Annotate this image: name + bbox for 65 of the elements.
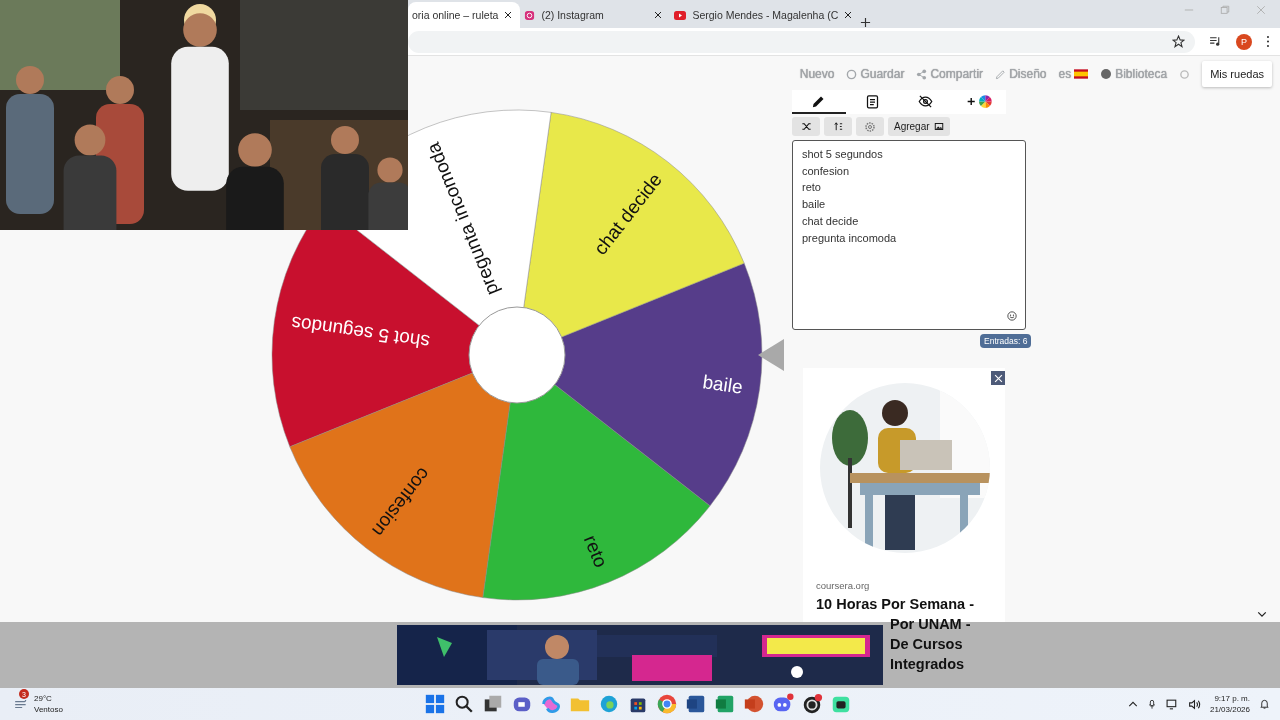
close-icon[interactable]: [504, 11, 513, 19]
shuffle-button[interactable]: [792, 117, 820, 136]
entry-line: shot 5 segundos: [802, 147, 884, 162]
close-icon[interactable]: [654, 11, 663, 19]
eye-slash-icon: [917, 93, 935, 109]
browser-tab[interactable]: (2) Instagram: [520, 2, 671, 28]
weather-condition: Ventoso: [34, 704, 63, 715]
segment-label: baile: [701, 371, 744, 398]
ad-title-line[interactable]: Integrados: [816, 654, 1005, 674]
browser-tab[interactable]: Sergio Mendes - Magalenha (C: [670, 2, 861, 28]
bell-icon[interactable]: [1259, 698, 1270, 710]
browser-tab[interactable]: oria online – ruleta: [408, 2, 521, 28]
entry-line: confesion: [802, 163, 851, 179]
sort-icon: [832, 121, 844, 132]
profile-avatar[interactable]: P: [1236, 33, 1252, 50]
close-icon: [993, 373, 1003, 383]
ad-source: coursera.org: [816, 580, 871, 591]
entry-line: reto: [802, 180, 822, 196]
star-icon[interactable]: [1172, 35, 1185, 48]
camera-icon: [524, 9, 536, 21]
temperature: 29°C: [34, 693, 53, 704]
clock[interactable]: 9:17 p. m. 21/03/2026: [1209, 693, 1250, 715]
entries-field[interactable]: shot 5 segundos confesion reto baile chat decide pregunta incomoda: [792, 140, 1026, 330]
presentation-icon[interactable]: [743, 693, 765, 715]
ad-title-line[interactable]: De Cursos: [816, 634, 1005, 654]
chevron-up-icon[interactable]: [1127, 700, 1138, 708]
entry-line: chat decide: [802, 213, 860, 229]
pencil-icon: [995, 68, 1007, 80]
new-tab-icon[interactable]: [860, 17, 872, 28]
add-image-button[interactable]: Agregar: [888, 117, 950, 136]
play-icon: [674, 10, 687, 20]
ad-title-line[interactable]: Por UNAM -: [816, 614, 1005, 634]
entry-line: pregunta incomoda: [802, 230, 898, 246]
spreadsheet-icon[interactable]: [714, 693, 736, 715]
wheel-hub[interactable]: [468, 306, 566, 404]
chevron-down-icon[interactable]: [1257, 610, 1267, 618]
search-icon[interactable]: [453, 693, 475, 715]
menu-icon[interactable]: [1266, 35, 1270, 48]
microphone-icon[interactable]: [1146, 697, 1157, 711]
network-icon[interactable]: [1165, 697, 1179, 711]
wheel-pointer: [758, 339, 784, 371]
flag-icon: [1074, 69, 1089, 79]
close-button[interactable]: [991, 371, 1005, 385]
clipboard-icon: [864, 93, 880, 109]
browser-icon[interactable]: [598, 693, 620, 715]
volume-icon[interactable]: [1187, 697, 1201, 711]
my-wheels-button[interactable]: Mis ruedas: [1202, 61, 1272, 87]
start-icon[interactable]: [424, 693, 446, 715]
gear-icon: [864, 120, 876, 133]
entry-count: Entradas: 6: [980, 334, 1032, 348]
address-field[interactable]: [408, 30, 1195, 53]
ad-title-line[interactable]: 10 Horas Por Semana -: [816, 594, 1005, 614]
browser-icon[interactable]: [656, 693, 678, 715]
recording-app-icon[interactable]: [801, 693, 823, 715]
entry-line: baile: [802, 197, 827, 213]
media-icon[interactable]: [1209, 35, 1222, 48]
emoji-icon[interactable]: [1007, 311, 1017, 321]
image-icon: [933, 122, 944, 131]
share-icon: [916, 68, 928, 80]
document-icon[interactable]: [685, 693, 707, 715]
segment-label: shot 5 segundos: [290, 312, 431, 353]
sort-button[interactable]: [824, 117, 852, 136]
shuffle-icon: [800, 121, 812, 132]
segment-label: reto: [579, 532, 612, 571]
close-icon[interactable]: [844, 11, 853, 19]
